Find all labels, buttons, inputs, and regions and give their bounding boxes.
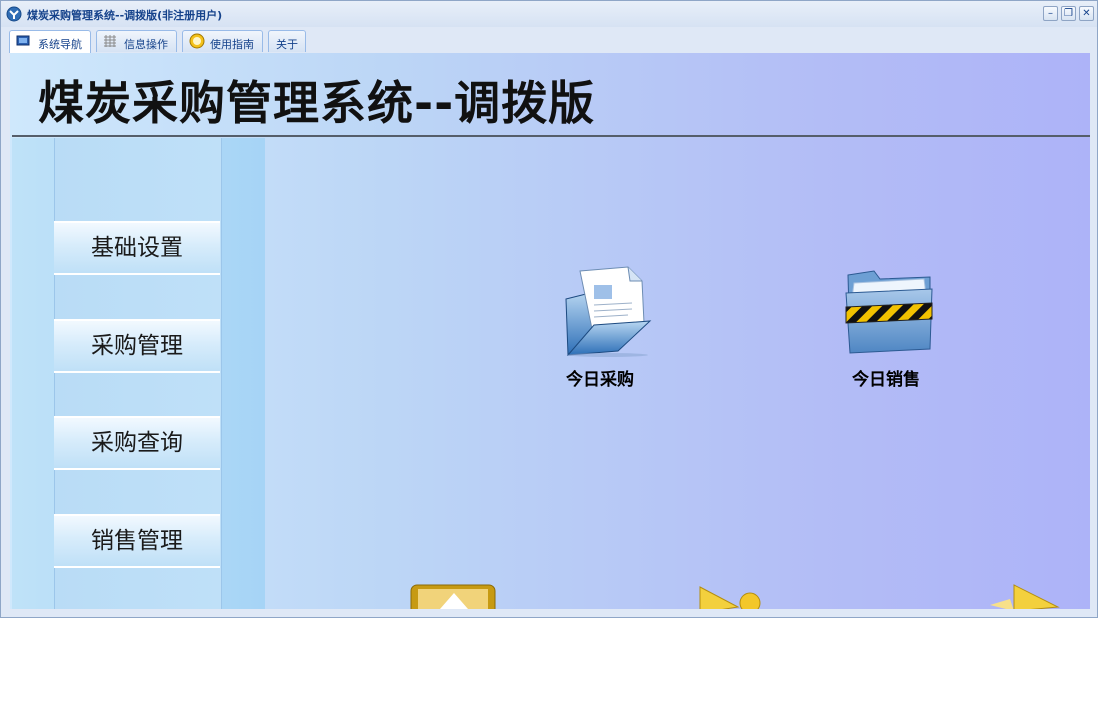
title-bar: 煤炭采购管理系统--调拨版(非注册用户) – ❐ ✕ bbox=[1, 1, 1097, 27]
sidebar-item-purchase-mgmt[interactable]: 采购管理 bbox=[54, 319, 220, 373]
tab-system-nav[interactable]: 系统导航 bbox=[9, 30, 91, 53]
document-folder-icon bbox=[565, 266, 652, 357]
restore-button[interactable]: ❐ bbox=[1061, 6, 1076, 21]
sidebar-item-sales-mgmt[interactable]: 销售管理 bbox=[54, 514, 220, 568]
caution-folder-icon bbox=[845, 270, 933, 354]
content-area: 煤炭采购管理系统--调拨版 基础设置 采购管理 采购查询 销售管理 今日采购 今… bbox=[10, 53, 1090, 609]
shortcut-label: 今日销售 bbox=[852, 370, 920, 390]
help-globe-icon bbox=[189, 33, 205, 49]
close-button[interactable]: ✕ bbox=[1079, 6, 1094, 21]
monitor-icon bbox=[16, 35, 30, 46]
minimize-button[interactable]: – bbox=[1043, 6, 1058, 21]
shortcut-label: 今日采购 bbox=[566, 370, 634, 390]
app-logo-icon bbox=[6, 6, 22, 22]
sidebar: 基础设置 采购管理 采购查询 销售管理 bbox=[12, 138, 265, 609]
tab-about[interactable]: 关于 bbox=[268, 30, 306, 52]
grid-icon bbox=[104, 35, 116, 47]
tab-label: 系统导航 bbox=[38, 38, 82, 51]
today-sales-shortcut[interactable]: 今日销售 bbox=[836, 263, 936, 390]
banner-divider bbox=[12, 135, 1090, 137]
app-window: 煤炭采购管理系统--调拨版(非注册用户) – ❐ ✕ 系统导航 信息操作 使用指… bbox=[0, 0, 1098, 618]
tab-info-ops[interactable]: 信息操作 bbox=[96, 30, 177, 52]
banner: 煤炭采购管理系统--调拨版 bbox=[10, 53, 1090, 137]
send-folder-icon[interactable] bbox=[986, 581, 1066, 609]
sidebar-item-purchase-query[interactable]: 采购查询 bbox=[54, 416, 220, 470]
tab-label: 使用指南 bbox=[210, 38, 254, 51]
today-purchase-shortcut[interactable]: 今日采购 bbox=[550, 263, 652, 390]
user-folder-icon[interactable] bbox=[698, 583, 788, 609]
tab-label: 信息操作 bbox=[124, 38, 168, 51]
tab-label: 关于 bbox=[276, 38, 298, 51]
tab-bar: 系统导航 信息操作 使用指南 关于 bbox=[1, 27, 1097, 53]
box-icon[interactable] bbox=[410, 583, 498, 609]
sidebar-item-basic-settings[interactable]: 基础设置 bbox=[54, 221, 220, 275]
tab-user-guide[interactable]: 使用指南 bbox=[182, 30, 263, 52]
banner-title: 煤炭采购管理系统--调拨版 bbox=[38, 76, 596, 130]
window-title: 煤炭采购管理系统--调拨版(非注册用户) bbox=[27, 9, 223, 22]
